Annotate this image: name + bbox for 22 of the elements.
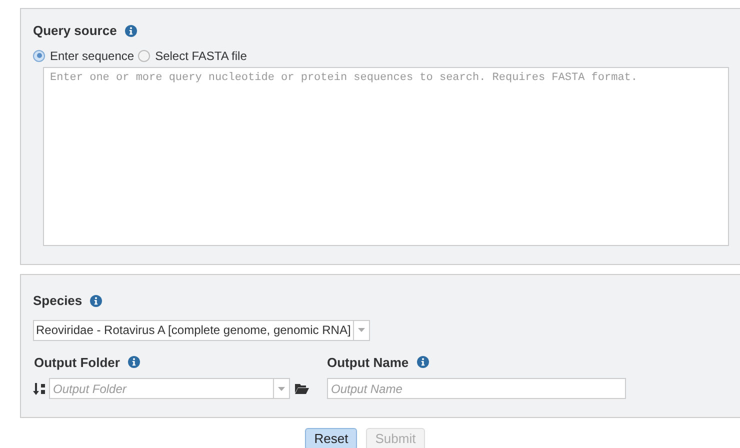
sequence-field[interactable]: Enter one or more query nucleotide or protein sequences to search. Requires FASTA format. [43, 66, 729, 246]
radio-button[interactable] [33, 50, 45, 62]
section-title: Query source [33, 22, 117, 40]
folder-icon[interactable] [295, 383, 309, 394]
radio-button[interactable] [138, 50, 150, 62]
sort-icon[interactable] [33, 382, 47, 394]
output-name-field[interactable]: Output Name [327, 378, 626, 399]
info-icon[interactable] [128, 356, 140, 368]
info-icon[interactable] [90, 294, 102, 307]
field-label: Output Name [327, 354, 409, 372]
field-placeholder: Output Folder [52, 380, 128, 398]
select-value: Reoviridae - Rotavirus A [complete genome, genomic RNA] [36, 322, 351, 339]
caret-icon [358, 328, 365, 332]
form-button[interactable]: Reset [305, 428, 358, 448]
radio-label[interactable]: Enter sequence [50, 46, 134, 64]
field-label: Output Folder [34, 354, 120, 372]
caret-icon [278, 386, 285, 390]
species-select[interactable]: Reoviridae - Rotavirus A [complete genome, genomic RNA] [33, 320, 370, 340]
info-icon[interactable] [124, 24, 137, 37]
info-icon[interactable] [416, 356, 429, 368]
radio-label[interactable]: Select FASTA file [155, 46, 247, 64]
section-title: Species [33, 292, 82, 310]
